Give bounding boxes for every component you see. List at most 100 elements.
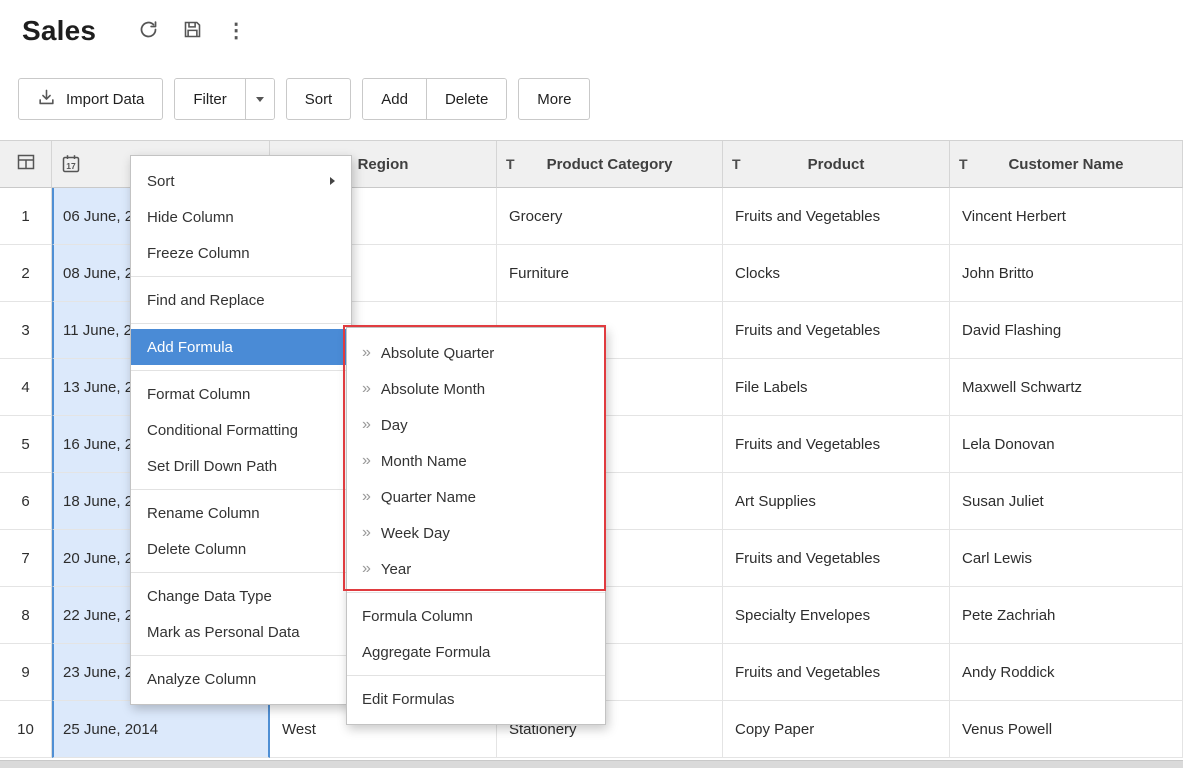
refresh-button[interactable] bbox=[134, 15, 163, 47]
column-header-label: Region bbox=[358, 156, 409, 173]
customer-cell[interactable]: Lela Donovan bbox=[950, 416, 1183, 473]
row-number[interactable]: 2 bbox=[0, 245, 52, 302]
customer-cell[interactable]: Susan Juliet bbox=[950, 473, 1183, 530]
submenu-item-absolute-month[interactable]: » Absolute Month bbox=[347, 371, 605, 407]
text-type-icon: T bbox=[959, 156, 968, 172]
row-number[interactable]: 7 bbox=[0, 530, 52, 587]
import-data-button[interactable]: Import Data bbox=[18, 78, 163, 120]
product-cell[interactable]: Clocks bbox=[723, 245, 950, 302]
customer-cell[interactable]: Venus Powell bbox=[950, 701, 1183, 758]
row-number[interactable]: 8 bbox=[0, 587, 52, 644]
filter-button[interactable]: Filter bbox=[175, 79, 244, 119]
submenu-item-label: Month Name bbox=[381, 453, 467, 470]
column-header-customer-name[interactable]: T Customer Name bbox=[950, 141, 1183, 188]
row-number[interactable]: 5 bbox=[0, 416, 52, 473]
menu-item-mark-as-personal-data[interactable]: Mark as Personal Data bbox=[131, 614, 351, 650]
page-title: Sales bbox=[22, 15, 96, 47]
category-cell[interactable]: Grocery bbox=[497, 188, 723, 245]
kebab-menu-icon: ⋮ bbox=[226, 21, 246, 41]
refresh-icon bbox=[138, 19, 159, 43]
column-header-label: Product Category bbox=[547, 156, 673, 173]
row-number[interactable]: 10 bbox=[0, 701, 52, 758]
submenu-item-day[interactable]: » Day bbox=[347, 407, 605, 443]
date-cell[interactable]: 25 June, 2014 bbox=[52, 701, 270, 758]
delete-button[interactable]: Delete bbox=[426, 79, 506, 119]
column-header-label: Customer Name bbox=[1008, 156, 1123, 173]
row-number[interactable]: 3 bbox=[0, 302, 52, 359]
more-button[interactable]: More bbox=[518, 78, 590, 120]
more-options-button[interactable]: ⋮ bbox=[222, 17, 250, 45]
submenu-item-month-name[interactable]: » Month Name bbox=[347, 443, 605, 479]
import-data-label: Import Data bbox=[66, 91, 144, 108]
row-number[interactable]: 9 bbox=[0, 644, 52, 701]
menu-item-label: Sort bbox=[147, 173, 175, 190]
product-cell[interactable]: Fruits and Vegetables bbox=[723, 416, 950, 473]
product-cell[interactable]: Art Supplies bbox=[723, 473, 950, 530]
submenu-item-label: Day bbox=[381, 417, 408, 434]
menu-item-delete-column[interactable]: Delete Column bbox=[131, 531, 351, 567]
menu-item-hide-column[interactable]: Hide Column bbox=[131, 199, 351, 235]
submenu-item-label: Absolute Month bbox=[381, 381, 485, 398]
row-number[interactable]: 1 bbox=[0, 188, 52, 245]
save-button[interactable] bbox=[178, 15, 207, 47]
menu-item-change-data-type[interactable]: Change Data Type bbox=[131, 578, 351, 614]
customer-cell[interactable]: Vincent Herbert bbox=[950, 188, 1183, 245]
customer-cell[interactable]: John Britto bbox=[950, 245, 1183, 302]
menu-item-rename-column[interactable]: Rename Column bbox=[131, 495, 351, 531]
menu-separator bbox=[131, 655, 351, 656]
double-chevron-icon: » bbox=[362, 381, 371, 397]
calendar-icon: 17 bbox=[61, 154, 81, 174]
product-cell[interactable]: Specialty Envelopes bbox=[723, 587, 950, 644]
calendar-day-number: 17 bbox=[66, 161, 76, 171]
menu-separator bbox=[131, 276, 351, 277]
filter-dropdown-button[interactable] bbox=[245, 79, 274, 119]
customer-cell[interactable]: David Flashing bbox=[950, 302, 1183, 359]
column-header-product[interactable]: T Product bbox=[723, 141, 950, 188]
product-cell[interactable]: Fruits and Vegetables bbox=[723, 188, 950, 245]
double-chevron-icon: » bbox=[362, 417, 371, 433]
product-cell[interactable]: Fruits and Vegetables bbox=[723, 644, 950, 701]
customer-cell[interactable]: Maxwell Schwartz bbox=[950, 359, 1183, 416]
menu-item-sort[interactable]: Sort bbox=[131, 163, 351, 199]
submenu-item-year[interactable]: » Year bbox=[347, 551, 605, 587]
menu-item-analyze-column[interactable]: Analyze Column bbox=[131, 661, 351, 697]
text-type-icon: T bbox=[506, 156, 515, 172]
menu-item-find-and-replace[interactable]: Find and Replace bbox=[131, 282, 351, 318]
horizontal-scrollbar[interactable] bbox=[0, 760, 1183, 768]
submenu-item-formula-column[interactable]: Formula Column bbox=[347, 598, 605, 634]
column-header-label: Product bbox=[808, 156, 865, 173]
submenu-item-quarter-name[interactable]: » Quarter Name bbox=[347, 479, 605, 515]
column-header-product-category[interactable]: T Product Category bbox=[497, 141, 723, 188]
customer-cell[interactable]: Andy Roddick bbox=[950, 644, 1183, 701]
menu-item-freeze-column[interactable]: Freeze Column bbox=[131, 235, 351, 271]
double-chevron-icon: » bbox=[362, 561, 371, 577]
menu-item-format-column[interactable]: Format Column bbox=[131, 376, 351, 412]
product-cell[interactable]: Fruits and Vegetables bbox=[723, 302, 950, 359]
sort-button[interactable]: Sort bbox=[286, 78, 352, 120]
category-cell[interactable]: Furniture bbox=[497, 245, 723, 302]
menu-item-add-formula[interactable]: Add Formula bbox=[131, 329, 351, 365]
customer-cell[interactable]: Pete Zachriah bbox=[950, 587, 1183, 644]
submenu-item-week-day[interactable]: » Week Day bbox=[347, 515, 605, 551]
double-chevron-icon: » bbox=[362, 489, 371, 505]
add-formula-submenu: » Absolute Quarter » Absolute Month » Da… bbox=[346, 327, 606, 725]
submenu-item-edit-formulas[interactable]: Edit Formulas bbox=[347, 681, 605, 717]
menu-item-conditional-formatting[interactable]: Conditional Formatting bbox=[131, 412, 351, 448]
text-type-icon: T bbox=[732, 156, 741, 172]
menu-item-set-drill-down-path[interactable]: Set Drill Down Path bbox=[131, 448, 351, 484]
product-cell[interactable]: Fruits and Vegetables bbox=[723, 530, 950, 587]
product-cell[interactable]: Copy Paper bbox=[723, 701, 950, 758]
submenu-item-aggregate-formula[interactable]: Aggregate Formula bbox=[347, 634, 605, 670]
menu-separator bbox=[131, 323, 351, 324]
double-chevron-icon: » bbox=[362, 525, 371, 541]
product-cell[interactable]: File Labels bbox=[723, 359, 950, 416]
filter-button-group: Filter bbox=[174, 78, 274, 120]
row-number[interactable]: 6 bbox=[0, 473, 52, 530]
chevron-down-icon bbox=[256, 97, 264, 102]
select-all-corner[interactable] bbox=[0, 141, 52, 188]
add-button[interactable]: Add bbox=[363, 79, 426, 119]
row-number[interactable]: 4 bbox=[0, 359, 52, 416]
customer-cell[interactable]: Carl Lewis bbox=[950, 530, 1183, 587]
submenu-item-absolute-quarter[interactable]: » Absolute Quarter bbox=[347, 335, 605, 371]
submenu-item-label: Week Day bbox=[381, 525, 450, 542]
